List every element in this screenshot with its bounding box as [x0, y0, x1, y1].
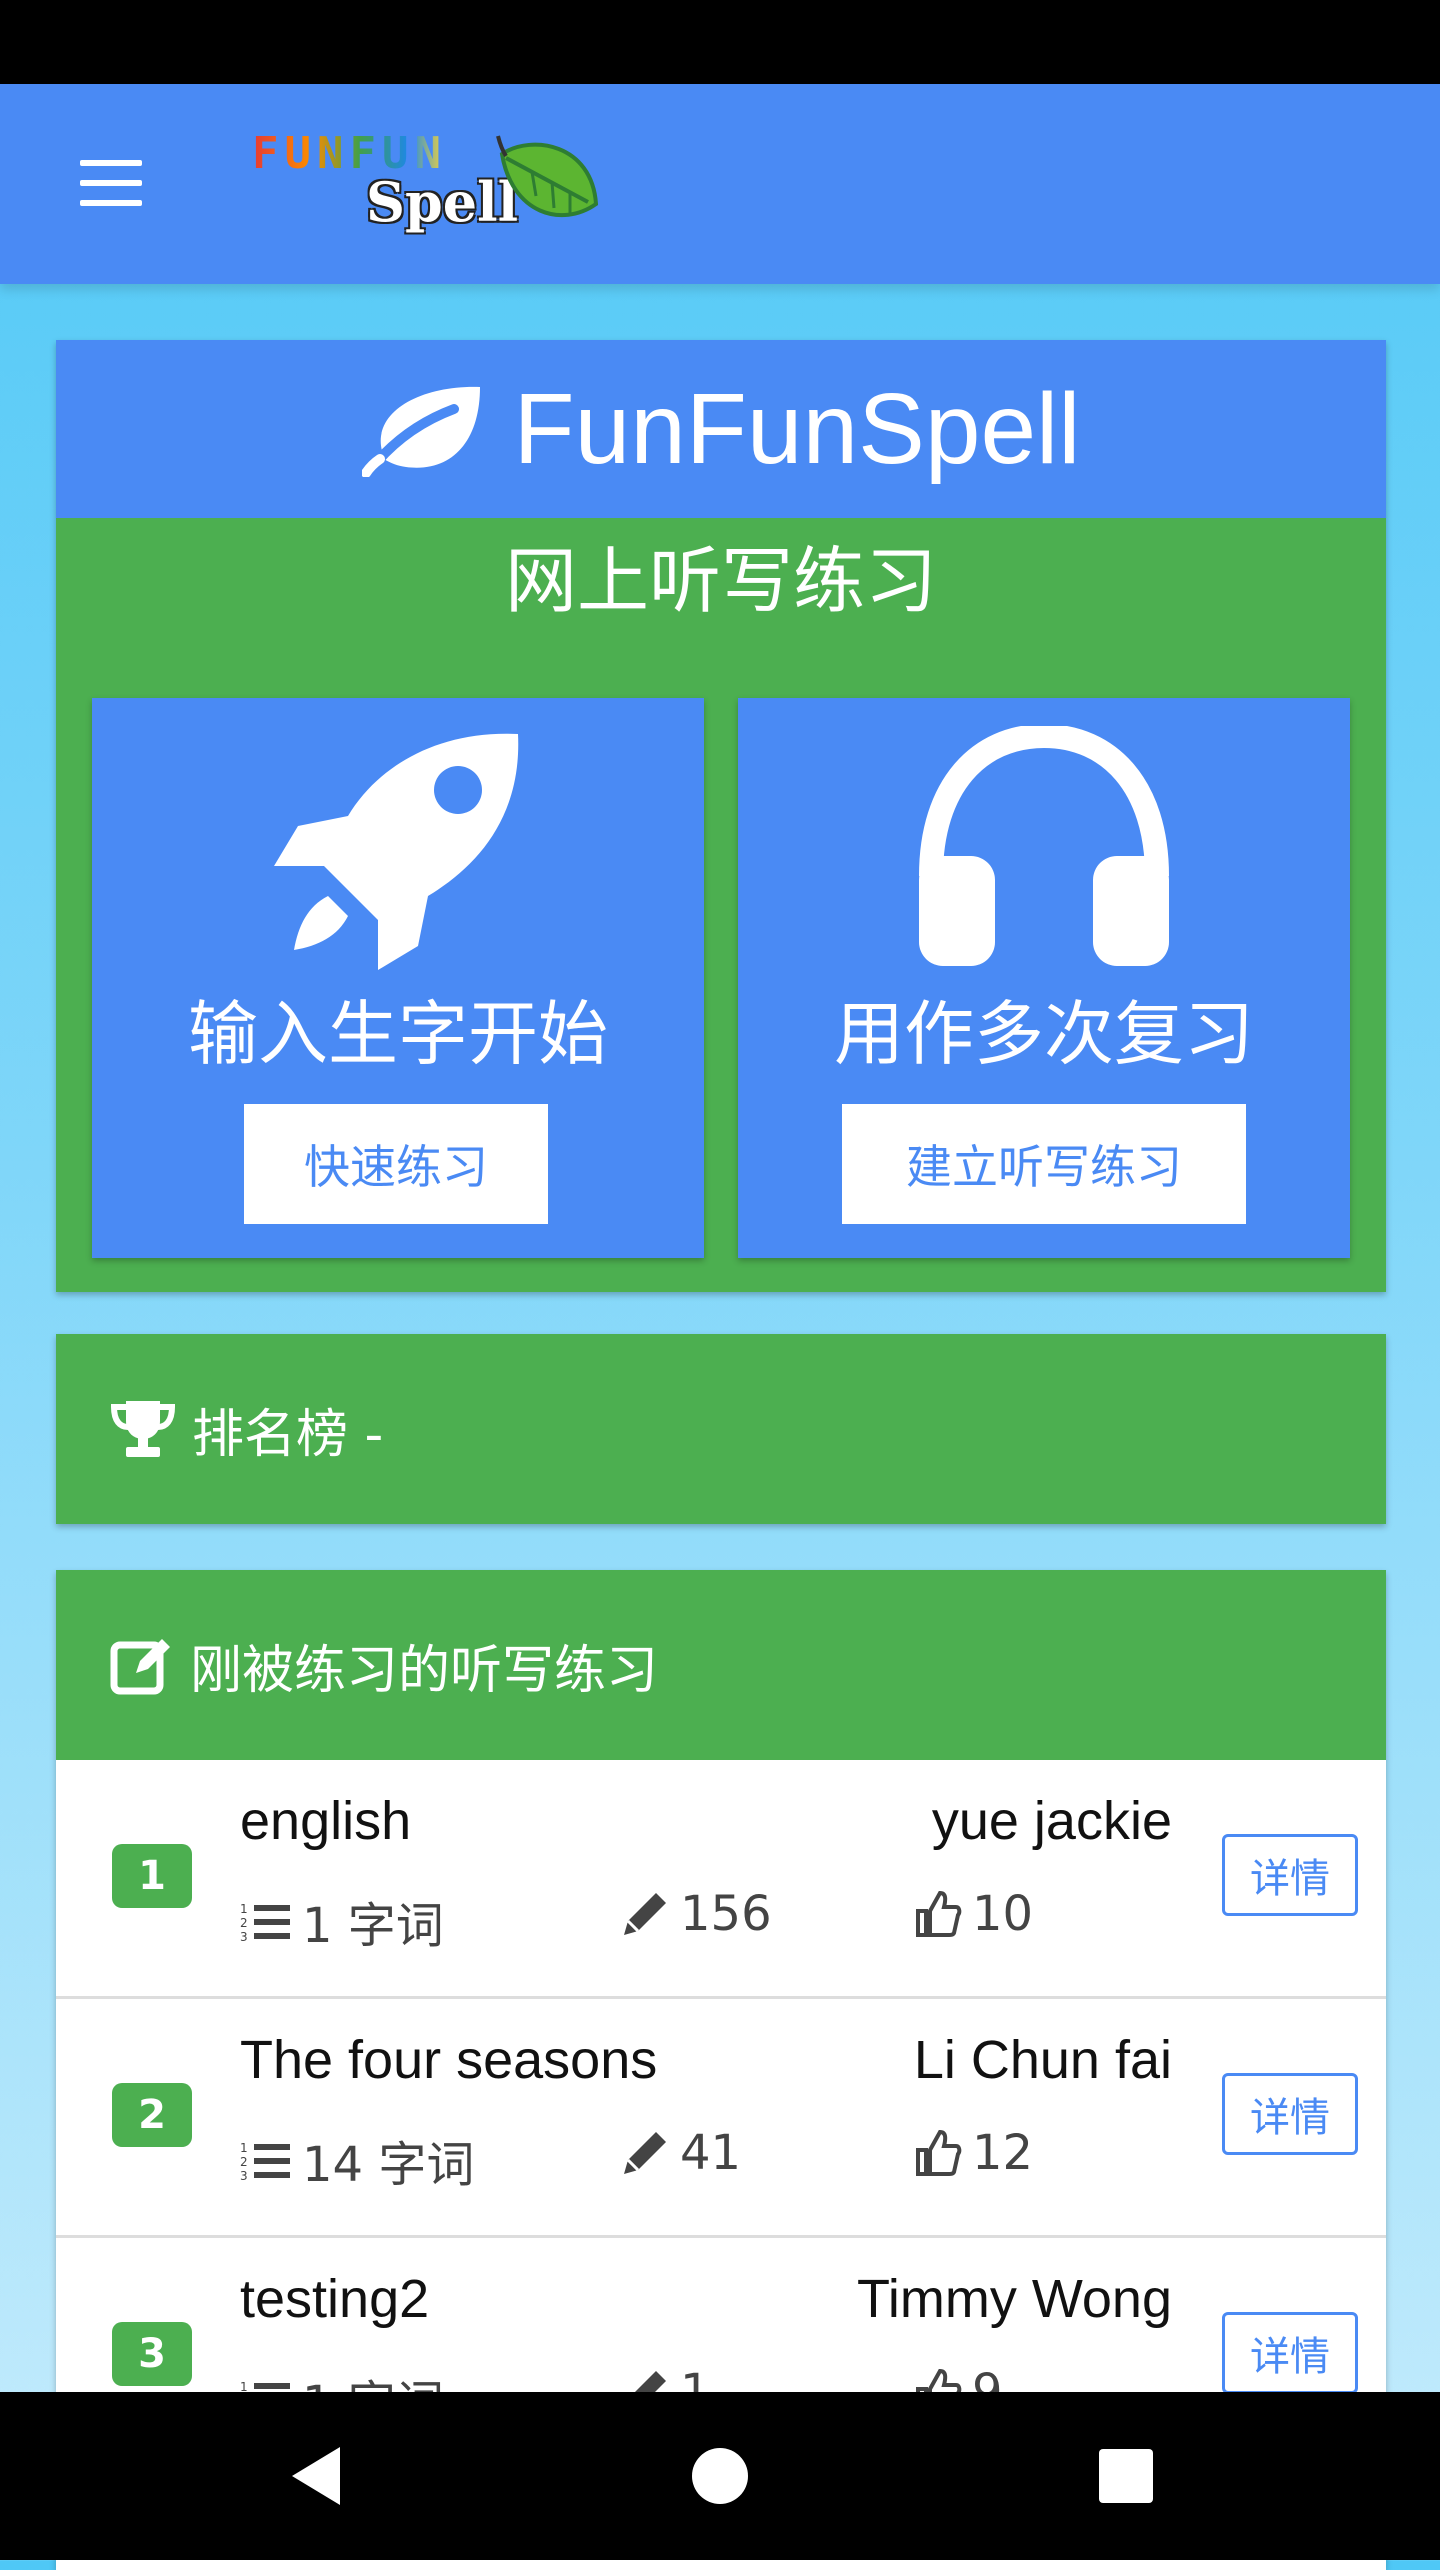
dictation-title: testing2 — [240, 2269, 430, 2329]
recent-title-text: 刚被练习的听写练习 — [190, 1640, 659, 1701]
quick-practice-label: 输入生字开始 — [188, 993, 608, 1075]
dictation-title: The four seasons — [240, 2030, 658, 2090]
svg-text:3: 3 — [240, 1930, 248, 1941]
word-count-text: 14 字词 — [302, 2137, 475, 2193]
recents-square-icon — [1099, 2449, 1153, 2503]
quick-practice-button[interactable]: 快速练习 — [244, 1104, 548, 1224]
like-count-text: 12 — [972, 2125, 1034, 2181]
leaf-logo-icon — [496, 135, 599, 218]
ranking-title-text: 排名榜 - — [192, 1404, 384, 1465]
svg-text:3: 3 — [240, 2169, 248, 2180]
recent-title: 刚被练习的听写练习 — [110, 1570, 658, 1760]
thumbs-up-icon — [916, 2129, 962, 2176]
word-count: 1 2 3 14 字词 — [240, 2125, 474, 2195]
list-ol-icon: 1 2 3 — [240, 2141, 290, 2180]
svg-text:1: 1 — [240, 1902, 248, 1916]
svg-text:2: 2 — [240, 1916, 248, 1930]
pencil-icon — [624, 1893, 666, 1935]
quick-practice-card[interactable]: 输入生字开始 快速练习 — [92, 698, 704, 1258]
home-circle-icon — [692, 2448, 748, 2504]
svg-text:1: 1 — [240, 2141, 248, 2155]
like-count: 12 — [914, 2125, 1033, 2181]
svg-text:2: 2 — [240, 2155, 248, 2169]
create-dictation-button[interactable]: 建立听写练习 — [842, 1104, 1246, 1224]
home-button[interactable] — [620, 2392, 820, 2560]
back-button[interactable] — [216, 2392, 416, 2560]
word-count-text: 1 字词 — [302, 1898, 444, 1954]
attempt-count-text: 41 — [680, 2125, 742, 2181]
attempt-count: 41 — [620, 2125, 741, 2181]
hero-title-text: FunFunSpell — [513, 372, 1081, 485]
attempt-count-text: 156 — [680, 1886, 772, 1942]
back-triangle-icon — [292, 2447, 340, 2505]
list-item[interactable]: 1 english yue jackie 1 2 3 1 字词 156 10 详… — [56, 1760, 1386, 1999]
list-item[interactable]: 2 The four seasons Li Chun fai 1 2 3 14 … — [56, 1999, 1386, 2238]
details-button[interactable]: 详情 — [1222, 2312, 1358, 2394]
dictation-author: Li Chun fai — [913, 2030, 1172, 2090]
dictation-title: english — [240, 1791, 412, 1851]
hero-panel: FunFunSpell 网上听写练习 输入生字开始 快速练习 用作多次复习 建立… — [56, 340, 1386, 1292]
create-dictation-card[interactable]: 用作多次复习 建立听写练习 — [738, 698, 1350, 1258]
app-logo[interactable]: FUNFUN Spell — [248, 124, 599, 254]
ranking-title: 排名榜 - — [110, 1334, 383, 1524]
pencil-icon — [624, 2132, 666, 2174]
hero-title: FunFunSpell — [56, 340, 1386, 518]
edit-icon — [110, 1639, 170, 1695]
recent-header: 刚被练习的听写练习 — [56, 1570, 1386, 1760]
status-bar — [0, 0, 1440, 84]
rank-badge: 2 — [112, 2083, 192, 2147]
rank-badge: 1 — [112, 1844, 192, 1908]
rank-badge: 3 — [112, 2322, 192, 2386]
dictation-author: Timmy Wong — [856, 2269, 1172, 2329]
headphones-icon — [919, 726, 1169, 966]
ranking-panel[interactable]: 排名榜 - — [56, 1334, 1386, 1524]
details-button[interactable]: 详情 — [1222, 2073, 1358, 2155]
system-navigation-bar — [0, 2392, 1440, 2560]
hero-subtitle: 网上听写练习 — [504, 539, 937, 623]
details-button[interactable]: 详情 — [1222, 1834, 1358, 1916]
thumbs-up-icon — [916, 1890, 962, 1937]
recents-button[interactable] — [1026, 2392, 1226, 2560]
app-bar: FUNFUN Spell — [0, 84, 1440, 284]
list-ol-icon: 1 2 3 — [240, 1902, 290, 1941]
like-count: 10 — [914, 1886, 1033, 1942]
dictation-author: yue jackie — [931, 1791, 1172, 1851]
rocket-icon — [274, 733, 519, 970]
attempt-count: 156 — [620, 1886, 772, 1942]
hamburger-menu-icon[interactable] — [76, 158, 146, 210]
trophy-icon — [110, 1401, 176, 1457]
leaf-icon — [361, 386, 480, 477]
like-count-text: 10 — [972, 1886, 1034, 1942]
create-dictation-label: 用作多次复习 — [834, 993, 1254, 1075]
word-count: 1 2 3 1 字词 — [240, 1886, 444, 1956]
hero-header: FunFunSpell — [56, 340, 1386, 518]
